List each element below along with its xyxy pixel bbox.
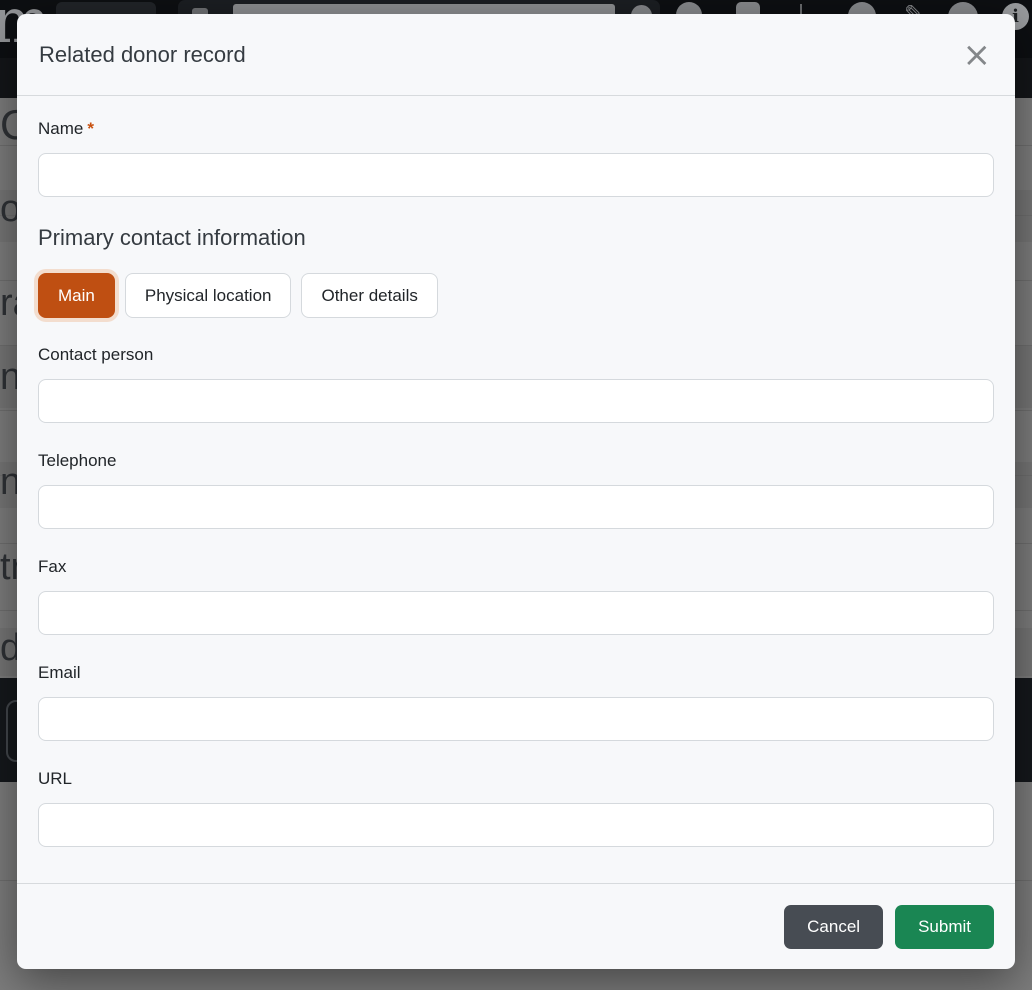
field-group-fax: Fax [38, 556, 994, 635]
submit-button[interactable]: Submit [895, 905, 994, 949]
field-group-contact-person: Contact person [38, 344, 994, 423]
telephone-field[interactable] [38, 485, 994, 529]
fax-label: Fax [38, 556, 994, 578]
section-heading: Primary contact information [38, 223, 994, 252]
related-donor-record-dialog: Related donor record × Name* Primary con… [17, 14, 1015, 969]
contact-fields: Contact person Telephone Fax Email URL [38, 344, 994, 847]
required-marker: * [87, 119, 94, 138]
tab-main[interactable]: Main [38, 273, 115, 318]
dialog-body: Name* Primary contact information MainPh… [17, 96, 1015, 883]
email-field[interactable] [38, 697, 994, 741]
url-field[interactable] [38, 803, 994, 847]
contact-person-field[interactable] [38, 379, 994, 423]
contact-tabs: MainPhysical locationOther details [38, 273, 994, 318]
field-group-telephone: Telephone [38, 450, 994, 529]
fax-field[interactable] [38, 591, 994, 635]
telephone-label: Telephone [38, 450, 994, 472]
dialog-header: Related donor record × [17, 14, 1015, 96]
cancel-button[interactable]: Cancel [784, 905, 883, 949]
tab-other-details[interactable]: Other details [301, 273, 437, 318]
close-icon[interactable]: × [961, 38, 994, 72]
dialog-title: Related donor record [39, 42, 246, 68]
name-label-text: Name [38, 119, 83, 138]
field-group-url: URL [38, 768, 994, 847]
email-label: Email [38, 662, 994, 684]
contact-person-label: Contact person [38, 344, 994, 366]
field-group-email: Email [38, 662, 994, 741]
tab-physical-location[interactable]: Physical location [125, 273, 292, 318]
name-label: Name* [38, 118, 994, 140]
url-label: URL [38, 768, 994, 790]
name-field[interactable] [38, 153, 994, 197]
dialog-footer: Cancel Submit [17, 883, 1015, 969]
